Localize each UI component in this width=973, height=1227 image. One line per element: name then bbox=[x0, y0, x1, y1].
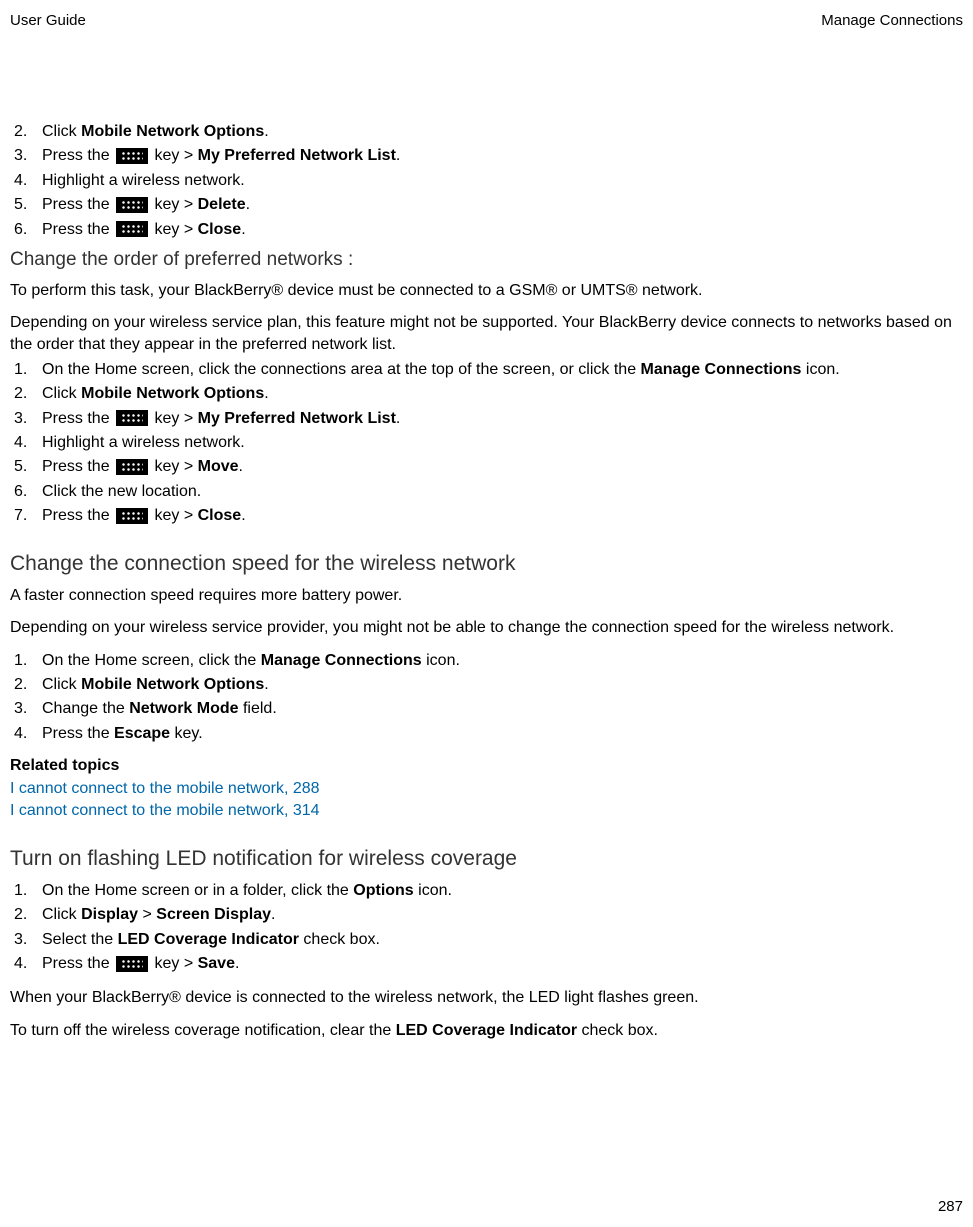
list-content: On the Home screen or in a folder, click… bbox=[42, 880, 963, 902]
list-number: 4. bbox=[14, 723, 42, 745]
list-content: Press the key > Close. bbox=[42, 505, 963, 527]
blackberry-key-icon bbox=[116, 148, 148, 164]
list-item: 1. On the Home screen, click the connect… bbox=[10, 359, 963, 381]
related-link[interactable]: I cannot connect to the mobile network, … bbox=[10, 778, 963, 800]
list-content: Highlight a wireless network. bbox=[42, 432, 963, 454]
list-content: Highlight a wireless network. bbox=[42, 170, 963, 192]
list-number: 1. bbox=[14, 359, 42, 381]
blackberry-key-icon bbox=[116, 956, 148, 972]
blackberry-key-icon bbox=[116, 508, 148, 524]
list-number: 3. bbox=[14, 929, 42, 951]
list-item: 1. On the Home screen or in a folder, cl… bbox=[10, 880, 963, 902]
list-item: 3. Select the LED Coverage Indicator che… bbox=[10, 929, 963, 951]
list-content: Press the key > My Preferred Network Lis… bbox=[42, 408, 963, 430]
blackberry-key-icon bbox=[116, 197, 148, 213]
list-item: 6. Press the key > Close. bbox=[10, 219, 963, 241]
related-topics-label: Related topics bbox=[10, 755, 963, 777]
paragraph: When your BlackBerry® device is connecte… bbox=[10, 987, 963, 1009]
list-number: 3. bbox=[14, 145, 42, 167]
paragraph: To turn off the wireless coverage notifi… bbox=[10, 1020, 963, 1042]
paragraph: To perform this task, your BlackBerry® d… bbox=[10, 280, 963, 302]
blackberry-key-icon bbox=[116, 221, 148, 237]
list-item: 3. Press the key > My Preferred Network … bbox=[10, 408, 963, 430]
list-number: 5. bbox=[14, 194, 42, 216]
list-number: 2. bbox=[14, 121, 42, 143]
paragraph: Depending on your wireless service provi… bbox=[10, 617, 963, 639]
section-3-list: 1. On the Home screen, click the Manage … bbox=[10, 650, 963, 746]
list-content: Click Display > Screen Display. bbox=[42, 904, 963, 926]
blackberry-key-icon bbox=[116, 410, 148, 426]
list-item: 3. Change the Network Mode field. bbox=[10, 698, 963, 720]
list-item: 5. Press the key > Delete. bbox=[10, 194, 963, 216]
paragraph: A faster connection speed requires more … bbox=[10, 585, 963, 607]
list-number: 4. bbox=[14, 432, 42, 454]
list-content: Click Mobile Network Options. bbox=[42, 674, 963, 696]
list-number: 1. bbox=[14, 650, 42, 672]
section-1-list: 2. Click Mobile Network Options. 3. Pres… bbox=[10, 121, 963, 241]
list-item: 7. Press the key > Close. bbox=[10, 505, 963, 527]
list-content: On the Home screen, click the Manage Con… bbox=[42, 650, 963, 672]
list-number: 7. bbox=[14, 505, 42, 527]
paragraph: Depending on your wireless service plan,… bbox=[10, 312, 963, 357]
list-number: 5. bbox=[14, 456, 42, 478]
page-header: User Guide Manage Connections bbox=[10, 10, 963, 31]
list-number: 4. bbox=[14, 170, 42, 192]
page-number: 287 bbox=[938, 1196, 963, 1217]
list-item: 4. Highlight a wireless network. bbox=[10, 432, 963, 454]
list-number: 6. bbox=[14, 481, 42, 503]
header-left: User Guide bbox=[10, 10, 86, 31]
list-number: 2. bbox=[14, 383, 42, 405]
list-item: 2. Click Mobile Network Options. bbox=[10, 383, 963, 405]
list-number: 1. bbox=[14, 880, 42, 902]
list-content: On the Home screen, click the connection… bbox=[42, 359, 963, 381]
list-number: 2. bbox=[14, 904, 42, 926]
header-right: Manage Connections bbox=[821, 10, 963, 31]
blackberry-key-icon bbox=[116, 459, 148, 475]
list-content: Change the Network Mode field. bbox=[42, 698, 963, 720]
list-item: 2. Click Mobile Network Options. bbox=[10, 674, 963, 696]
list-content: Press the key > Save. bbox=[42, 953, 963, 975]
list-content: Press the Escape key. bbox=[42, 723, 963, 745]
list-content: Click Mobile Network Options. bbox=[42, 383, 963, 405]
list-number: 2. bbox=[14, 674, 42, 696]
list-content: Click the new location. bbox=[42, 481, 963, 503]
list-content: Press the key > Move. bbox=[42, 456, 963, 478]
list-item: 6. Click the new location. bbox=[10, 481, 963, 503]
list-item: 5. Press the key > Move. bbox=[10, 456, 963, 478]
list-item: 2. Click Mobile Network Options. bbox=[10, 121, 963, 143]
list-item: 3. Press the key > My Preferred Network … bbox=[10, 145, 963, 167]
related-topics: Related topics I cannot connect to the m… bbox=[10, 755, 963, 822]
heading-change-order: Change the order of preferred networks : bbox=[10, 247, 963, 274]
section-4-list: 1. On the Home screen or in a folder, cl… bbox=[10, 880, 963, 976]
list-item: 4. Press the key > Save. bbox=[10, 953, 963, 975]
list-content: Select the LED Coverage Indicator check … bbox=[42, 929, 963, 951]
list-number: 6. bbox=[14, 219, 42, 241]
list-content: Press the key > My Preferred Network Lis… bbox=[42, 145, 963, 167]
section-2-list: 1. On the Home screen, click the connect… bbox=[10, 359, 963, 528]
list-item: 2. Click Display > Screen Display. bbox=[10, 904, 963, 926]
list-item: 1. On the Home screen, click the Manage … bbox=[10, 650, 963, 672]
heading-connection-speed: Change the connection speed for the wire… bbox=[10, 549, 963, 578]
list-content: Press the key > Close. bbox=[42, 219, 963, 241]
list-content: Click Mobile Network Options. bbox=[42, 121, 963, 143]
related-link[interactable]: I cannot connect to the mobile network, … bbox=[10, 800, 963, 822]
list-number: 4. bbox=[14, 953, 42, 975]
list-number: 3. bbox=[14, 698, 42, 720]
list-number: 3. bbox=[14, 408, 42, 430]
list-content: Press the key > Delete. bbox=[42, 194, 963, 216]
heading-led-notification: Turn on flashing LED notification for wi… bbox=[10, 844, 963, 873]
list-item: 4. Highlight a wireless network. bbox=[10, 170, 963, 192]
list-item: 4. Press the Escape key. bbox=[10, 723, 963, 745]
